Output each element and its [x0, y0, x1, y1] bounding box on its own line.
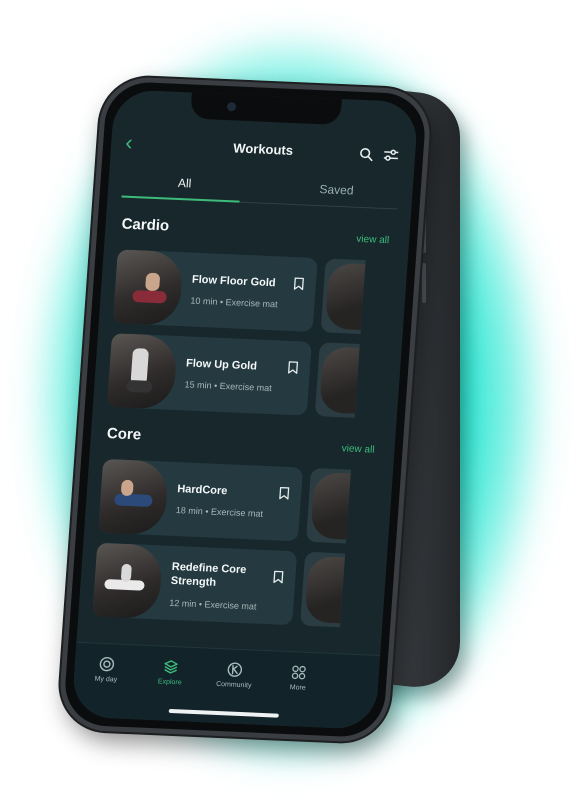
workout-thumbnail — [324, 262, 366, 331]
nav-more[interactable]: More — [265, 663, 331, 693]
workout-title: Flow Floor Gold — [191, 273, 277, 290]
workout-card-peek[interactable] — [305, 467, 352, 544]
nav-community[interactable]: Community — [202, 660, 268, 690]
search-icon[interactable] — [359, 147, 374, 162]
workout-meta: 18 min • Exercise mat — [175, 505, 264, 519]
athlete-figure — [125, 379, 153, 393]
nav-label: Explore — [157, 678, 182, 687]
athlete-figure — [145, 272, 161, 292]
phone-frame: ‹ Workouts All Saved Cardio view all Flo… — [57, 75, 433, 744]
workout-meta: 10 min • Exercise mat — [190, 295, 278, 310]
workout-thumbnail — [92, 542, 164, 620]
notch — [190, 92, 342, 125]
volume-down-button — [422, 262, 426, 304]
bottom-navigation: My day Explore Community More — [71, 641, 381, 730]
workout-thumbnail — [98, 458, 170, 536]
workout-thumbnail — [318, 346, 360, 414]
workout-thumbnail — [106, 333, 178, 410]
nav-label: More — [289, 684, 306, 692]
tab-saved[interactable]: Saved — [260, 176, 413, 201]
bookmark-icon[interactable] — [279, 486, 290, 500]
workout-card-peek[interactable] — [300, 551, 346, 628]
section-title-core: Core — [106, 425, 142, 444]
section-title-cardio: Cardio — [121, 215, 170, 235]
workout-thumbnail — [304, 555, 345, 624]
front-camera — [226, 102, 237, 112]
workout-card-peek[interactable] — [314, 342, 360, 418]
grid-icon — [291, 665, 306, 680]
app-screen: ‹ Workouts All Saved Cardio view all Flo… — [71, 89, 419, 730]
workout-card-flow-floor-gold[interactable]: Flow Floor Gold 10 min • Exercise mat — [112, 249, 318, 332]
tab-all[interactable]: All — [108, 169, 261, 194]
workout-meta: 15 min • Exercise mat — [184, 379, 273, 394]
nav-explore[interactable]: Explore — [138, 658, 204, 688]
community-icon — [227, 662, 243, 677]
view-all-cardio-link[interactable]: view all — [356, 234, 390, 246]
workout-card-hardcore[interactable]: HardCore 18 min • Exercise mat — [98, 458, 304, 542]
bookmark-icon[interactable] — [288, 361, 299, 374]
workout-card-redefine-core-strength[interactable]: Redefine Core Strength 12 min • Exercise… — [92, 542, 298, 626]
workout-thumbnail — [112, 249, 184, 327]
nav-label: My day — [94, 675, 118, 684]
phone: ‹ Workouts All Saved Cardio view all Flo… — [57, 75, 433, 744]
tab-active-indicator — [121, 195, 240, 203]
workout-title: Flow Up Gold — [185, 357, 258, 373]
home-indicator[interactable] — [168, 708, 279, 718]
layers-icon — [164, 660, 178, 674]
workout-card-peek[interactable] — [320, 258, 366, 334]
view-all-core-link[interactable]: view all — [341, 443, 375, 455]
workout-card-flow-up-gold[interactable]: Flow Up Gold 15 min • Exercise mat — [106, 333, 312, 416]
athlete-figure — [120, 563, 132, 583]
workout-title: HardCore — [176, 483, 228, 498]
bookmark-icon[interactable] — [293, 277, 304, 291]
nav-my-day[interactable]: My day — [74, 655, 140, 685]
target-icon — [99, 656, 115, 672]
workout-meta: 12 min • Exercise mat — [168, 597, 257, 612]
athlete-figure — [113, 493, 153, 508]
top-bar: ‹ Workouts — [110, 129, 416, 172]
filter-sliders-icon[interactable] — [383, 148, 400, 163]
workout-thumbnail — [310, 472, 351, 540]
athlete-figure — [132, 290, 168, 304]
tab-bar: All Saved — [107, 169, 413, 212]
workout-title: Redefine Core Strength — [170, 560, 247, 589]
bookmark-icon[interactable] — [273, 570, 284, 584]
nav-label: Community — [215, 680, 252, 690]
